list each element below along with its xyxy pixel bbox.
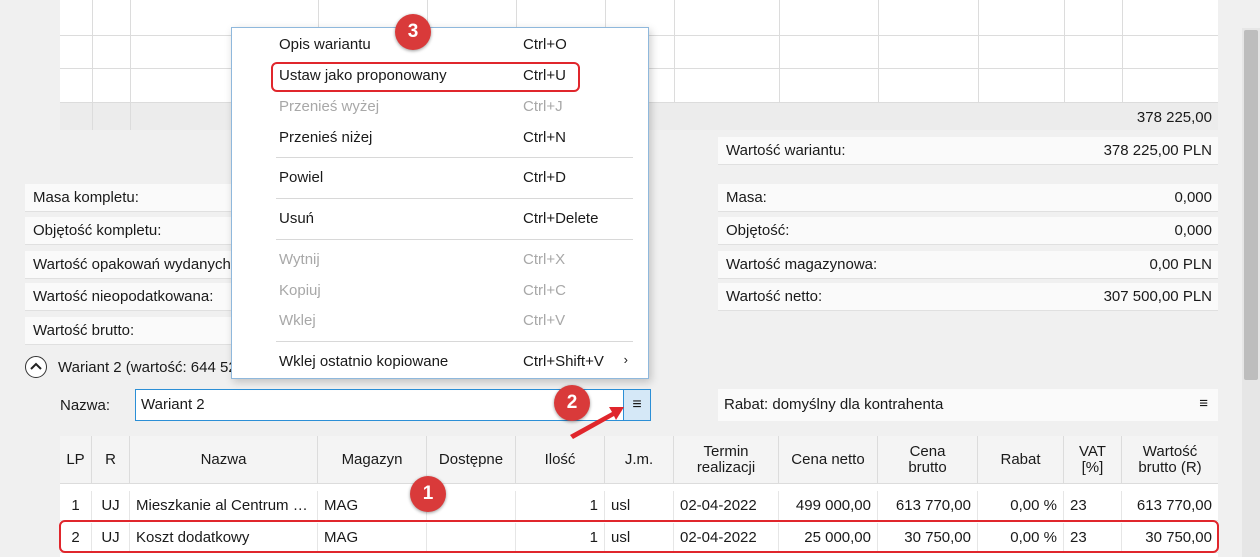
variant-value-field: Wartość wariantu: 378 225,00 PLN [718,137,1218,165]
menu-item-variant-description[interactable]: Opis wariantu Ctrl+O [232,31,648,61]
discount-selector[interactable]: Rabat: domyślny dla kontrahenta ≡ [718,389,1218,421]
col-name[interactable]: Nazwa [130,436,318,484]
menu-item-delete[interactable]: Usuń Ctrl+Delete [232,205,648,235]
menu-item-paste-last-copied[interactable]: Wklej ostatnio kopiowane Ctrl+Shift+V › [232,348,648,378]
step-badge-1: 1 [410,476,446,512]
summary-value: 378 225,00 [1136,109,1212,126]
col-gross-price[interactable]: Cena brutto [878,436,978,484]
menu-item-cut[interactable]: Wytnij Ctrl+X [232,246,648,276]
col-r[interactable]: R [92,436,130,484]
col-term[interactable]: Termin realizacji [674,436,779,484]
menu-item-move-down[interactable]: Przenieś niżej Ctrl+N [232,124,648,154]
variant-name-input[interactable]: Wariant 2 [135,389,624,421]
step-badge-3: 3 [395,14,431,50]
table-row[interactable]: 1 UJ Mieszkanie al Centrum Bytom MAG 1 u… [60,491,1218,521]
menu-separator [276,341,633,342]
menu-item-paste[interactable]: Wklej Ctrl+V [232,307,648,337]
net-value-field: Wartość netto: 307 500,00 PLN [718,283,1218,311]
packaging-value-field: Wartość opakowań wydanych: [25,251,231,279]
menu-item-highlight [271,62,580,92]
hamburger-icon[interactable]: ≡ [1199,395,1208,412]
col-available[interactable]: Dostępne [427,436,516,484]
scrollbar-thumb[interactable] [1244,30,1258,380]
menu-item-copy[interactable]: Kopiuj Ctrl+C [232,277,648,307]
col-quantity[interactable]: Ilość [516,436,605,484]
menu-separator [276,239,633,240]
col-net-price[interactable]: Cena netto [779,436,878,484]
row-highlight [59,520,1219,553]
pointer-arrow-icon [570,407,624,439]
variant-header: Wariant 2 (wartość: 644 520,00 PLN) [58,359,231,376]
col-unit[interactable]: J.m. [605,436,674,484]
name-label: Nazwa: [60,397,111,414]
chevron-up-icon [30,362,42,370]
set-volume-field: Objętość kompletu: [25,217,231,245]
col-discount[interactable]: Rabat [978,436,1064,484]
menu-separator [276,157,633,158]
menu-separator [276,198,633,199]
menu-item-move-up[interactable]: Przenieś wyżej Ctrl+J [232,93,648,123]
hamburger-icon: ≡ [632,396,642,413]
table-header: LP R Nazwa Magazyn Dostępne Ilość J.m. T… [60,436,1218,484]
vertical-scrollbar[interactable] [1242,28,1260,557]
menu-item-duplicate[interactable]: Powiel Ctrl+D [232,164,648,194]
col-warehouse[interactable]: Magazyn [318,436,427,484]
gross-value-field: Wartość brutto: [25,317,231,345]
chevron-right-icon: › [623,352,628,367]
untaxed-value-field: Wartość nieopodatkowana: [25,283,231,311]
col-lp[interactable]: LP [60,436,92,484]
col-gross-value[interactable]: Wartość brutto (R) [1122,436,1218,484]
mass-field: Masa: 0,000 [718,184,1218,212]
volume-field: Objętość: 0,000 [718,217,1218,245]
set-mass-field: Masa kompletu: [25,184,231,212]
warehouse-value-field: Wartość magazynowa: 0,00 PLN [718,251,1218,279]
collapse-variant-button[interactable] [25,356,47,378]
col-vat[interactable]: VAT [%] [1064,436,1122,484]
